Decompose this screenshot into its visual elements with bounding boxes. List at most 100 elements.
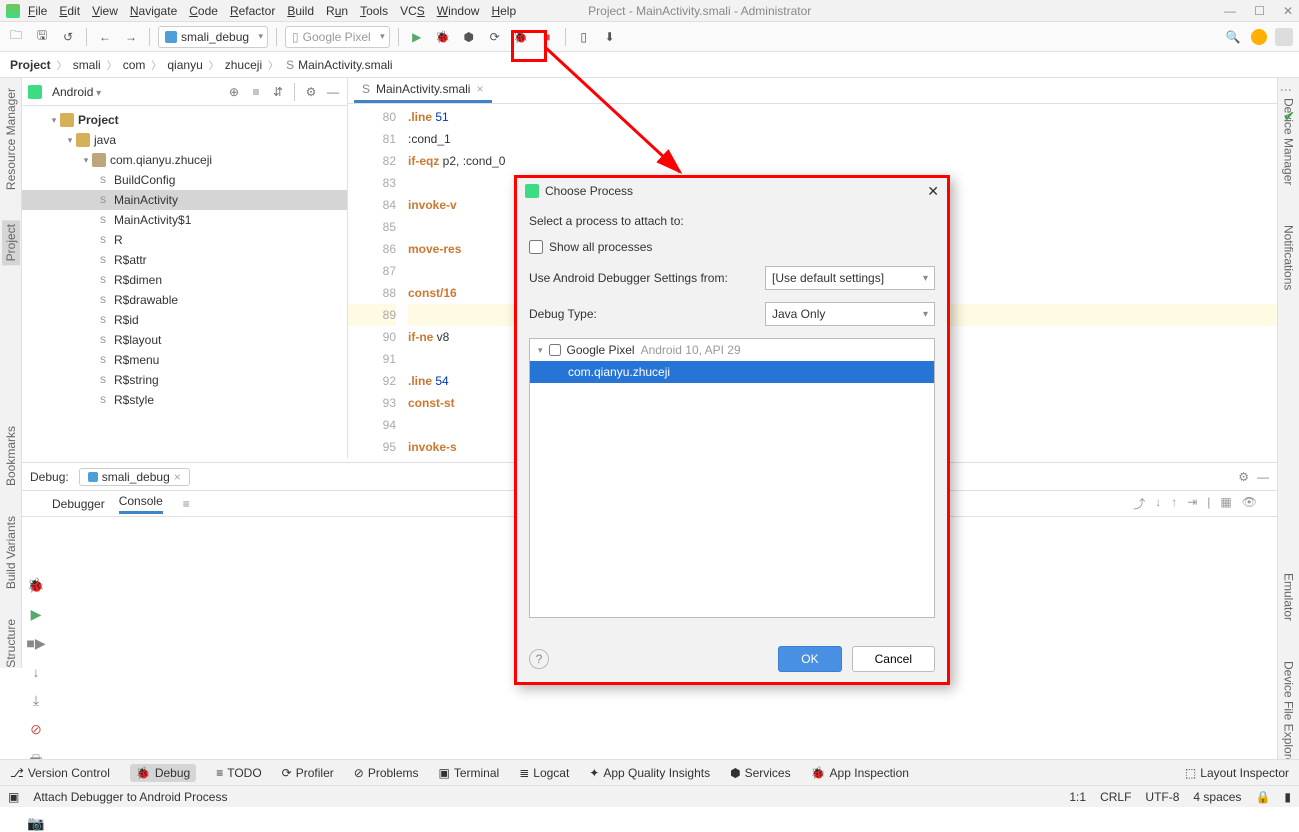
more-tabs-icon[interactable]: ≡ [183, 497, 190, 511]
dialog-close-icon[interactable]: ✕ [927, 183, 939, 200]
bottom-app-quality[interactable]: ✦App Quality Insights [589, 766, 710, 780]
show-all-checkbox[interactable]: Show all processes [529, 240, 935, 254]
save-icon[interactable]: 🖫 [32, 27, 52, 47]
project-tree[interactable]: ▾Project ▾java ▾com.qianyu.zhuceji SBuil… [22, 106, 347, 458]
crumb-project[interactable]: Project [10, 58, 51, 72]
ok-button[interactable]: OK [778, 646, 841, 672]
menu-navigate[interactable]: Navigate [130, 4, 177, 18]
resume-icon[interactable]: 🐞 [27, 577, 44, 594]
process-list[interactable]: ▾Google PixelAndroid 10, API 29 com.qian… [529, 338, 935, 618]
rerun-icon[interactable]: ▶ [31, 606, 42, 623]
back-icon[interactable]: ← [95, 27, 115, 47]
debug-icon[interactable]: 🐞 [433, 27, 453, 47]
avd-icon[interactable]: ▯ [574, 27, 594, 47]
crumb-zhuceji[interactable]: zhuceji [225, 58, 262, 72]
tool-project[interactable]: Project [2, 220, 20, 265]
menu-vcs[interactable]: VCS [400, 4, 425, 18]
sync-icon[interactable]: ↺ [58, 27, 78, 47]
bottom-version-control[interactable]: ⎇Version Control [10, 766, 110, 780]
editor-tab[interactable]: SMainActivity.smali× [354, 79, 492, 103]
crumb-smali[interactable]: smali [73, 58, 101, 72]
mute-bp-icon[interactable]: ⊘ [30, 721, 42, 738]
locate-icon[interactable]: ⊕ [226, 84, 242, 100]
run-config-combo[interactable]: smali_debug [158, 26, 268, 48]
settings-from-combo[interactable]: [Use default settings] [765, 266, 935, 290]
settings-icon[interactable]: ⚙ [303, 84, 319, 100]
open-icon[interactable]: 🗀 [6, 27, 26, 47]
status-readonly-icon[interactable]: 🔒 [1255, 790, 1270, 804]
menu-build[interactable]: Build [287, 4, 314, 18]
crumb-com[interactable]: com [123, 58, 146, 72]
process-item[interactable]: com.qianyu.zhuceji [530, 361, 934, 383]
project-view-combo[interactable]: Android [52, 85, 101, 99]
bottom-logcat[interactable]: ≣Logcat [519, 766, 569, 780]
tool-emulator[interactable]: Emulator [1282, 573, 1296, 621]
tool-structure[interactable]: Structure [4, 619, 18, 668]
console-tab[interactable]: Console [119, 494, 163, 514]
menu-window[interactable]: Window [437, 4, 480, 18]
status-square-icon[interactable]: ▣ [8, 790, 19, 804]
status-encoding[interactable]: UTF-8 [1145, 790, 1179, 804]
bottom-todo[interactable]: ≡TODO [216, 766, 261, 780]
evaluate-icon[interactable]: ▦ [1220, 495, 1231, 512]
debug-config-tab[interactable]: smali_debug× [79, 468, 190, 486]
menu-help[interactable]: Help [491, 4, 516, 18]
bottom-layout-inspector[interactable]: ⬚Layout Inspector [1185, 766, 1289, 780]
status-mem-icon[interactable]: ▮ [1284, 790, 1291, 804]
run-to-cursor-icon[interactable]: ⇥ [1187, 495, 1197, 512]
device-combo[interactable]: ▯Google Pixel [285, 26, 390, 48]
help-icon[interactable]: ? [529, 649, 549, 669]
profile-icon[interactable]: ⟳ [485, 27, 505, 47]
bottom-debug[interactable]: 🐞Debug [130, 764, 196, 782]
menu-edit[interactable]: Edit [59, 4, 80, 18]
tool-device-file-explorer[interactable]: Device File Explorer [1282, 661, 1296, 768]
sdk-icon[interactable]: ⬇ [600, 27, 620, 47]
debugger-tab[interactable]: Debugger [52, 497, 105, 511]
status-position[interactable]: 1:1 [1069, 790, 1086, 804]
editor-options-icon[interactable]: ⋮ [1279, 84, 1293, 96]
bottom-problems[interactable]: ⊘Problems [354, 766, 419, 780]
menu-code[interactable]: Code [189, 4, 218, 18]
close-tab-icon[interactable]: × [476, 82, 483, 96]
coverage-icon[interactable]: ⬢ [459, 27, 479, 47]
menu-tools[interactable]: Tools [360, 4, 388, 18]
camera-icon[interactable]: 📷 [27, 815, 44, 832]
status-line-sep[interactable]: CRLF [1100, 790, 1131, 804]
hide-icon[interactable]: — [325, 84, 341, 100]
crumb-file[interactable]: MainActivity.smali [298, 58, 392, 72]
expand-icon[interactable]: ≡ [248, 84, 264, 100]
menu-run[interactable]: Run [326, 4, 348, 18]
bottom-app-inspection[interactable]: 🐞App Inspection [811, 766, 909, 780]
crumb-qianyu[interactable]: qianyu [167, 58, 202, 72]
step-out-icon[interactable]: ↑ [1171, 495, 1177, 512]
forward-icon[interactable]: → [121, 27, 141, 47]
debug-type-combo[interactable]: Java Only [765, 302, 935, 326]
close-icon[interactable]: ✕ [1283, 4, 1293, 18]
user-avatar[interactable] [1275, 28, 1293, 46]
status-indent[interactable]: 4 spaces [1193, 790, 1241, 804]
stack-up-icon[interactable]: ⤓ [33, 692, 39, 709]
debug-settings-icon[interactable]: ⚙ [1238, 470, 1249, 484]
watch-icon[interactable]: 👁 [1242, 495, 1257, 512]
run-icon[interactable]: ▶ [407, 27, 427, 47]
stack-down-icon[interactable]: ↓ [33, 664, 40, 680]
bottom-terminal[interactable]: ▣Terminal [439, 766, 500, 780]
menu-file[interactable]: File [28, 4, 47, 18]
menu-view[interactable]: View [92, 4, 118, 18]
tool-resource-manager[interactable]: Resource Manager [4, 88, 18, 190]
notification-badge-icon[interactable] [1251, 29, 1267, 45]
bottom-services[interactable]: ⬢Services [730, 766, 791, 780]
maximize-icon[interactable]: ☐ [1254, 4, 1265, 18]
menu-refactor[interactable]: Refactor [230, 4, 275, 18]
tool-build-variants[interactable]: Build Variants [4, 516, 18, 589]
tool-bookmarks[interactable]: Bookmarks [4, 426, 18, 486]
step-over-icon[interactable]: ⤴ [1133, 495, 1145, 512]
search-icon[interactable]: 🔍 [1223, 27, 1243, 47]
device-checkbox[interactable] [549, 344, 561, 356]
collapse-icon[interactable]: ⇵ [270, 84, 286, 100]
pause-icon[interactable]: ■▶ [26, 635, 45, 652]
bottom-profiler[interactable]: ⟳Profiler [282, 766, 334, 780]
debug-hide-icon[interactable]: — [1257, 470, 1269, 484]
minimize-icon[interactable]: — [1224, 4, 1236, 18]
tool-notifications[interactable]: Notifications [1282, 225, 1296, 290]
